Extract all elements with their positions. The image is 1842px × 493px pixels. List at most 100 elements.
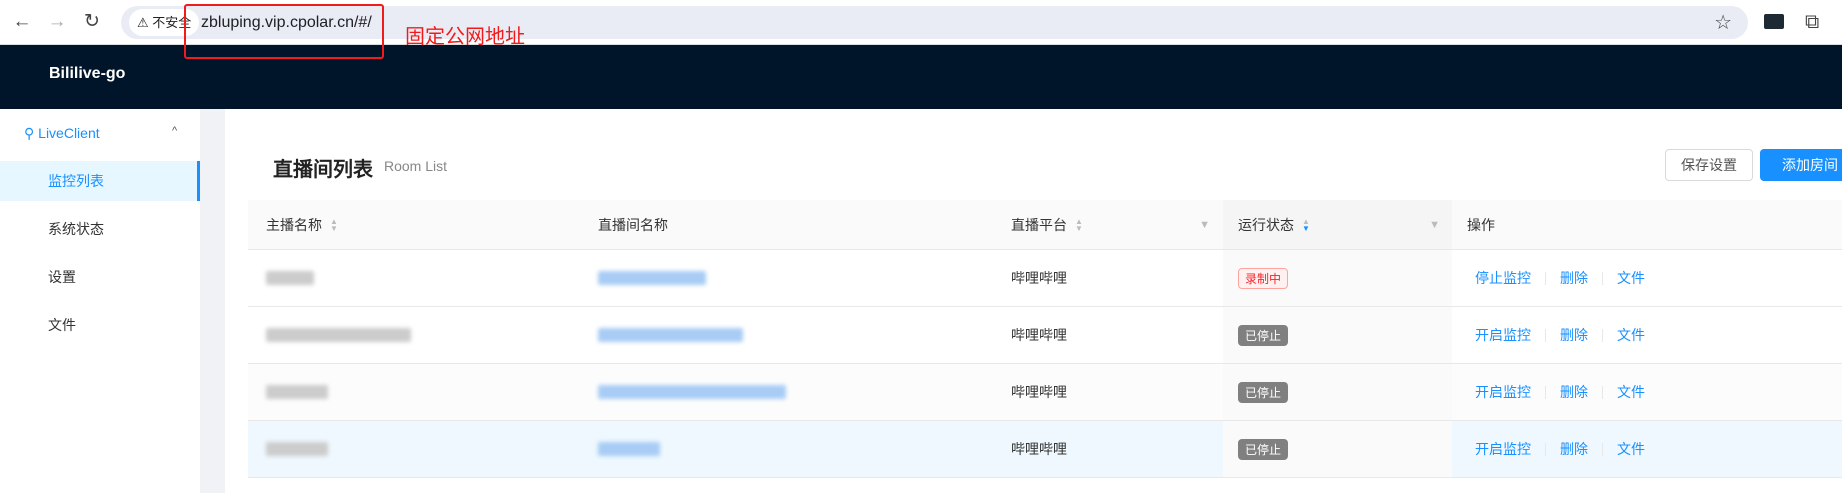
sidebar-gutter — [200, 109, 225, 493]
status-badge: 录制中 — [1238, 267, 1289, 289]
redacted-text — [598, 442, 660, 456]
streamer-name — [266, 250, 314, 306]
status-cell: 录制中 — [1223, 250, 1452, 306]
sidebar-item-files[interactable]: 文件 — [0, 305, 200, 345]
toggle-monitor-link[interactable]: 开启监控 — [1475, 382, 1531, 402]
search-icon: ⚲ — [24, 125, 39, 141]
sort-icon[interactable]: ▲ ▼ — [330, 217, 338, 232]
status-badge: 已停止 — [1238, 381, 1289, 403]
delete-link[interactable]: 删除 — [1560, 382, 1588, 402]
actions: 开启监控 删除 文件 — [1475, 421, 1645, 477]
toggle-monitor-link[interactable]: 开启监控 — [1475, 439, 1531, 459]
room-name-link[interactable] — [598, 421, 660, 477]
delete-link[interactable]: 删除 — [1560, 268, 1588, 288]
warning-icon: ⚠ — [137, 15, 153, 30]
menu-group-liveclient[interactable]: ⚲ LiveClient — [24, 122, 100, 144]
status-cell: 已停止 — [1223, 307, 1452, 363]
brand-logo: Bililive-go — [49, 65, 126, 82]
status-cell: 已停止 — [1223, 364, 1452, 420]
column-label: 直播平台 — [1011, 216, 1067, 233]
streamer-name — [266, 307, 411, 363]
toggle-monitor-link[interactable]: 开启监控 — [1475, 325, 1531, 345]
platform: 哔哩哔哩 — [1011, 364, 1067, 420]
divider — [1602, 442, 1603, 456]
platform: 哔哩哔哩 — [1011, 250, 1067, 306]
divider — [1545, 385, 1546, 399]
page-title: 直播间列表 — [273, 159, 373, 181]
column-label: 直播间名称 — [598, 216, 668, 233]
table-row: 哔哩哔哩 已停止 开启监控 删除 文件 — [248, 364, 1842, 421]
room-name-link[interactable] — [598, 364, 786, 420]
status-cell: 已停止 — [1223, 421, 1452, 477]
delete-link[interactable]: 删除 — [1560, 325, 1588, 345]
files-link[interactable]: 文件 — [1617, 268, 1645, 288]
sidebar-item-system-status[interactable]: 系统状态 — [0, 209, 200, 249]
platform-label: 哔哩哔哩 — [1011, 441, 1067, 457]
platform-label: 哔哩哔哩 — [1011, 327, 1067, 343]
redacted-text — [266, 442, 328, 456]
add-room-button[interactable]: 添加房间 — [1760, 149, 1842, 181]
sort-icon[interactable]: ▲ ▼ — [1302, 217, 1310, 232]
delete-link[interactable]: 删除 — [1560, 439, 1588, 459]
page-subtitle: Room List — [384, 158, 448, 174]
actions: 开启监控 删除 文件 — [1475, 307, 1645, 363]
platform-label: 哔哩哔哩 — [1011, 384, 1067, 400]
table-row: 哔哩哔哩 录制中 停止监控 删除 文件 — [248, 250, 1842, 307]
column-label: 操作 — [1467, 216, 1495, 233]
files-link[interactable]: 文件 — [1617, 382, 1645, 402]
filter-icon[interactable]: ▼ — [1199, 219, 1210, 231]
table-row: 哔哩哔哩 已停止 开启监控 删除 文件 — [248, 421, 1842, 478]
column-actions: 操作 — [1467, 200, 1495, 249]
files-link[interactable]: 文件 — [1617, 325, 1645, 345]
divider — [1602, 385, 1603, 399]
redacted-text — [266, 328, 411, 342]
extensions-puzzle-icon[interactable]: ⧉ — [1805, 11, 1819, 34]
redacted-text — [598, 271, 706, 285]
toggle-monitor-link[interactable]: 停止监控 — [1475, 268, 1531, 288]
streamer-name — [266, 364, 328, 420]
room-table: 主播名称 ▲ ▼ 直播间名称 直播平台 ▲ ▼ ▼ 运行状态 ▲ ▼ ▼ 操作 哔哩哔哩 录制中… — [248, 200, 1842, 478]
filter-icon[interactable]: ▼ — [1429, 219, 1440, 231]
room-name-link[interactable] — [598, 307, 743, 363]
column-status[interactable]: 运行状态 ▲ ▼ ▼ — [1223, 200, 1452, 249]
status-badge: 已停止 — [1238, 438, 1289, 460]
divider — [1602, 271, 1603, 285]
divider — [1545, 328, 1546, 342]
column-streamer[interactable]: 主播名称 ▲ ▼ — [266, 200, 338, 249]
back-icon[interactable]: ← — [10, 10, 34, 34]
column-platform[interactable]: 直播平台 ▲ ▼ ▼ — [993, 200, 1222, 249]
sort-icon[interactable]: ▲ ▼ — [1075, 217, 1083, 232]
redacted-text — [598, 385, 786, 399]
divider — [1545, 271, 1546, 285]
save-settings-button[interactable]: 保存设置 — [1665, 149, 1753, 181]
table-row: 哔哩哔哩 已停止 开启监控 删除 文件 — [248, 307, 1842, 364]
room-name-link[interactable] — [598, 250, 706, 306]
bookmark-star-icon[interactable]: ☆ — [1714, 10, 1732, 35]
chevron-up-icon[interactable]: ^ — [172, 125, 177, 137]
sidebar-item-monitor-list[interactable]: 监控列表 — [0, 161, 200, 201]
status-badge: 已停止 — [1238, 324, 1289, 346]
redacted-text — [266, 271, 314, 285]
column-label: 运行状态 — [1238, 216, 1294, 233]
platform: 哔哩哔哩 — [1011, 307, 1067, 363]
divider — [1602, 328, 1603, 342]
annotation-box — [184, 4, 384, 59]
forward-icon[interactable]: → — [45, 10, 69, 34]
files-link[interactable]: 文件 — [1617, 439, 1645, 459]
divider — [1545, 442, 1546, 456]
streamer-name — [266, 421, 328, 477]
redacted-text — [266, 385, 328, 399]
reload-icon[interactable]: ↻ — [80, 10, 104, 34]
extension-icon[interactable] — [1764, 14, 1784, 29]
column-label: 主播名称 — [266, 216, 322, 233]
menu-group-label: LiveClient — [38, 125, 100, 141]
actions: 停止监控 删除 文件 — [1475, 250, 1645, 306]
actions: 开启监控 删除 文件 — [1475, 364, 1645, 420]
column-room-name: 直播间名称 — [598, 200, 668, 249]
annotation-text: 固定公网地址 — [405, 26, 525, 48]
sidebar-item-settings[interactable]: 设置 — [0, 257, 200, 297]
redacted-text — [598, 328, 743, 342]
platform-label: 哔哩哔哩 — [1011, 270, 1067, 286]
platform: 哔哩哔哩 — [1011, 421, 1067, 477]
table-header: 主播名称 ▲ ▼ 直播间名称 直播平台 ▲ ▼ ▼ 运行状态 ▲ ▼ ▼ 操作 — [248, 200, 1842, 250]
